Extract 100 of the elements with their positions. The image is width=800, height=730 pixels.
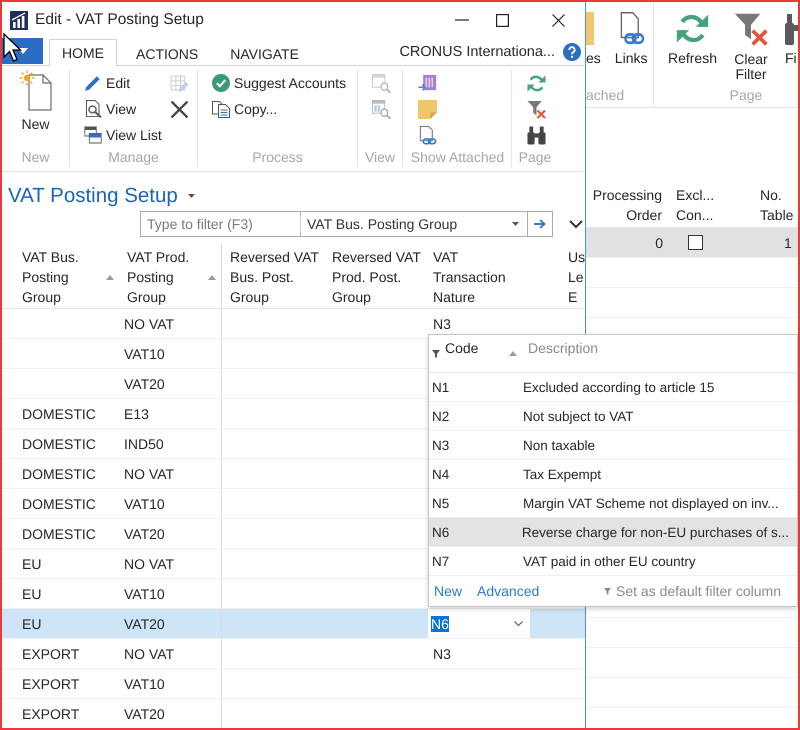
table-cell: EU	[22, 556, 42, 572]
table-cell: VAT20	[124, 706, 165, 722]
column-header[interactable]: Reversed VAT Bus. Post. Group	[222, 244, 325, 308]
column-header[interactable]: Reversed VAT Prod. Post. Group	[325, 244, 426, 308]
checkbox[interactable]	[688, 235, 703, 250]
arrow-right-icon	[534, 219, 546, 229]
ribbon-button[interactable]: Edit	[82, 70, 164, 96]
ribbon-button[interactable]: Links	[612, 12, 650, 66]
ribbon-button[interactable]: View	[82, 96, 164, 122]
filter-input[interactable]: Type to filter (F3)	[140, 211, 300, 237]
group-label: View	[364, 148, 396, 166]
table-cell: E13	[124, 406, 149, 422]
table-cell: DOMESTIC	[22, 526, 96, 542]
table-cell: EU	[22, 586, 42, 602]
linked-document-icon[interactable]	[418, 126, 437, 144]
table-cell: N3	[433, 646, 451, 662]
table-cell: DOMESTIC	[22, 466, 96, 482]
notebook-arrow-icon[interactable]	[418, 74, 437, 92]
column-header[interactable]: Code	[429, 340, 523, 362]
lookup-row[interactable]: N7 VAT paid in other EU country	[429, 547, 797, 576]
table-cell: N3	[433, 316, 451, 332]
table-cell: EXPORT	[22, 706, 80, 722]
table-cell: EXPORT	[22, 646, 80, 662]
table-cell: DOMESTIC	[22, 496, 96, 512]
ribbon-tab[interactable]: HOME	[49, 39, 117, 66]
table-row[interactable]: 0 1	[586, 228, 798, 258]
table-cell: EU	[22, 616, 42, 632]
table-cell: N3	[432, 438, 450, 452]
company-name: CRONUS Internationa...	[399, 44, 555, 60]
refresh-icon[interactable]	[527, 74, 546, 92]
field-dropdown[interactable]: VAT Bus. Posting Group	[300, 211, 527, 237]
funnel-cross-icon	[734, 12, 768, 46]
binoculars-icon[interactable]	[527, 126, 546, 144]
cross-icon[interactable]	[170, 100, 189, 118]
ribbon-tab[interactable]: ACTIONS	[123, 40, 212, 66]
table-row[interactable]: EU VAT20 N6	[2, 609, 585, 639]
table-cell: VAT10	[124, 676, 165, 692]
table-cell: VAT20	[124, 526, 165, 542]
lookup-row[interactable]: N1 Excluded according to article 15	[429, 373, 797, 402]
chevron-down-icon[interactable]	[514, 621, 523, 626]
table-cell: N4	[432, 466, 450, 482]
column-header[interactable]: VAT Bus. Posting Group	[2, 244, 120, 308]
binoculars-half-icon	[785, 12, 798, 45]
ribbon-tab[interactable]: NAVIGATE	[217, 40, 312, 66]
column-header[interactable]: VAT Transaction Nature	[426, 244, 560, 308]
lookup-link[interactable]: New	[434, 583, 462, 599]
stacked-windows-icon	[84, 126, 102, 144]
lookup-row[interactable]: N3 Non taxable	[429, 431, 797, 460]
lookup-row[interactable]: N2 Not subject to VAT	[429, 402, 797, 431]
caret-down-icon[interactable]	[188, 194, 195, 198]
ribbon-button[interactable]: New	[16, 70, 54, 132]
table-cell: NO VAT	[124, 556, 174, 572]
group-label: Manage	[107, 148, 160, 166]
table-cell: VAT20	[124, 376, 165, 392]
column-header[interactable]: Us Le E	[560, 244, 585, 308]
table-cell: NO VAT	[124, 646, 174, 662]
sticky-note-icon	[586, 12, 594, 45]
ribbon-button[interactable]: Refresh	[666, 12, 719, 66]
combo-box[interactable]: N6	[428, 609, 530, 638]
help-icon[interactable]	[563, 42, 581, 60]
column-header: Excl... Con...	[676, 187, 714, 223]
caret-down-icon	[512, 222, 519, 226]
table-row[interactable]: EXPORT NO VAT N3	[2, 639, 585, 669]
table-cell: VAT10	[124, 496, 165, 512]
lookup-row[interactable]: N5 Margin VAT Scheme not displayed on inv...	[429, 489, 797, 518]
chart-logo-icon	[10, 10, 28, 30]
group-label: Page	[728, 86, 764, 104]
table-cell: EXPORT	[22, 676, 80, 692]
lookup-row[interactable]: N4 Tax Expempt	[429, 460, 797, 489]
filter-icon	[604, 588, 612, 594]
lookup-link[interactable]: Advanced	[477, 583, 540, 599]
window-title: Edit - VAT Posting Setup	[35, 11, 204, 29]
table-row[interactable]: EXPORT VAT10	[2, 669, 585, 699]
funnel-cross-icon[interactable]	[527, 100, 546, 118]
table-cell: IND50	[124, 436, 164, 452]
table-cell: DOMESTIC	[22, 406, 96, 422]
document-search-icon	[84, 100, 102, 118]
lookup-row[interactable]: N6 Reverse charge for non-EU purchases of s...	[429, 518, 797, 547]
ribbon-button[interactable]: Fi	[783, 12, 798, 66]
table-cell: VAT10	[124, 586, 165, 602]
column-header[interactable]: VAT Prod. Posting Group	[120, 244, 222, 308]
new-document-icon	[18, 70, 52, 112]
ribbon-button[interactable]: Suggest Accounts	[210, 70, 348, 96]
group-label: Show Attached	[410, 148, 506, 166]
maximize-icon[interactable]	[496, 14, 509, 26]
table-cell: N7	[432, 554, 450, 568]
close-icon[interactable]	[552, 14, 565, 26]
pencil-icon	[84, 74, 102, 92]
minimize-icon[interactable]	[455, 19, 469, 21]
apply-filter-button[interactable]	[527, 211, 553, 237]
check-circle-icon	[212, 74, 230, 92]
table-cell: N6	[432, 524, 450, 540]
ribbon-button[interactable]: es	[586, 12, 601, 66]
table-cell: NO VAT	[124, 316, 174, 332]
chevron-down-icon[interactable]	[569, 220, 583, 228]
ribbon-button[interactable]: View List	[82, 122, 164, 148]
ribbon-button[interactable]: Clear Filter	[729, 12, 773, 82]
copy-documents-icon	[212, 100, 230, 118]
table-cell: N5	[432, 496, 450, 510]
ribbon-button[interactable]: Copy...	[210, 96, 348, 122]
